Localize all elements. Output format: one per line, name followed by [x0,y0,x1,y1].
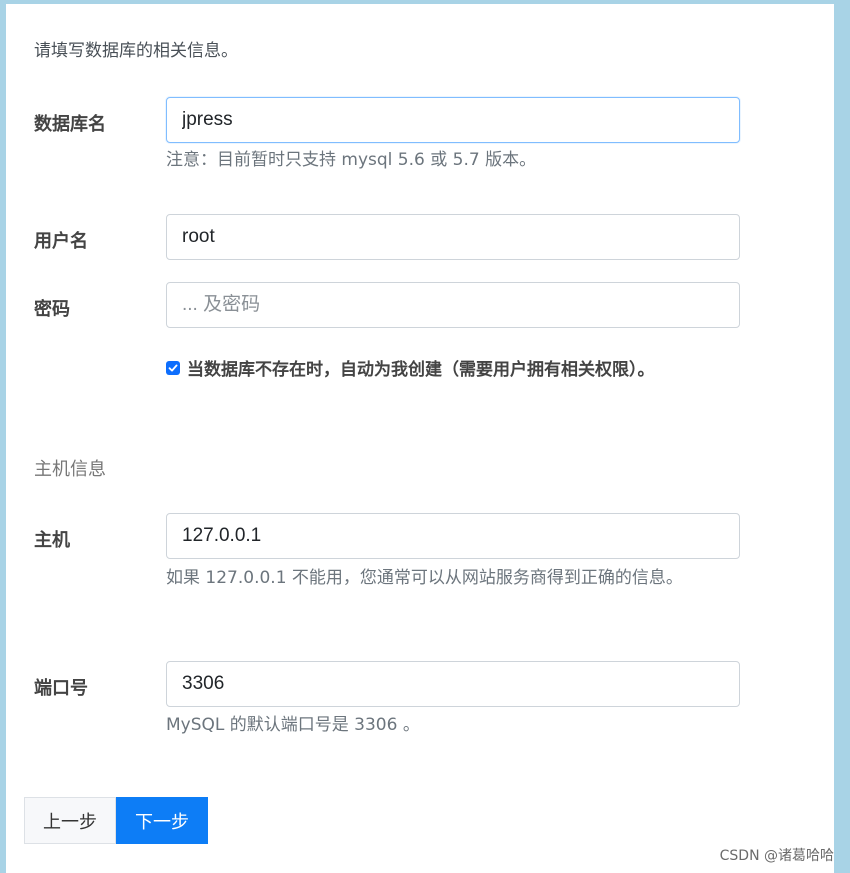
port-help: MySQL 的默认端口号是 3306 。 [166,715,420,735]
intro-text: 请填写数据库的相关信息。 [34,41,238,61]
db-name-help: 注意：目前暂时只支持 mysql 5.6 或 5.7 版本。 [166,150,537,170]
host-label: 主机 [34,530,70,551]
watermark: CSDN @诸葛哈哈 [719,848,834,864]
create-db-checkbox-label: 当数据库不存在时，自动为我创建（需要用户拥有相关权限）。 [187,360,655,380]
password-input[interactable] [166,282,740,328]
create-db-checkbox[interactable] [166,360,180,375]
username-label: 用户名 [34,231,88,252]
create-db-checkbox-row[interactable]: 当数据库不存在时，自动为我创建（需要用户拥有相关权限）。 [166,355,655,380]
check-icon [168,364,178,371]
username-input[interactable] [166,214,740,260]
host-input[interactable] [166,513,740,559]
port-input[interactable] [166,661,740,707]
prev-button[interactable]: 上一步 [24,797,116,844]
next-button[interactable]: 下一步 [116,797,208,844]
port-label: 端口号 [34,678,88,699]
setup-card: 请填写数据库的相关信息。 数据库名 注意：目前暂时只支持 mysql 5.6 或… [6,4,834,873]
host-section-title: 主机信息 [34,459,106,480]
password-label: 密码 [34,299,70,320]
db-name-label: 数据库名 [34,114,106,135]
host-help: 如果 127.0.0.1 不能用，您通常可以从网站服务商得到正确的信息。 [166,568,683,588]
db-name-input[interactable] [166,97,740,143]
